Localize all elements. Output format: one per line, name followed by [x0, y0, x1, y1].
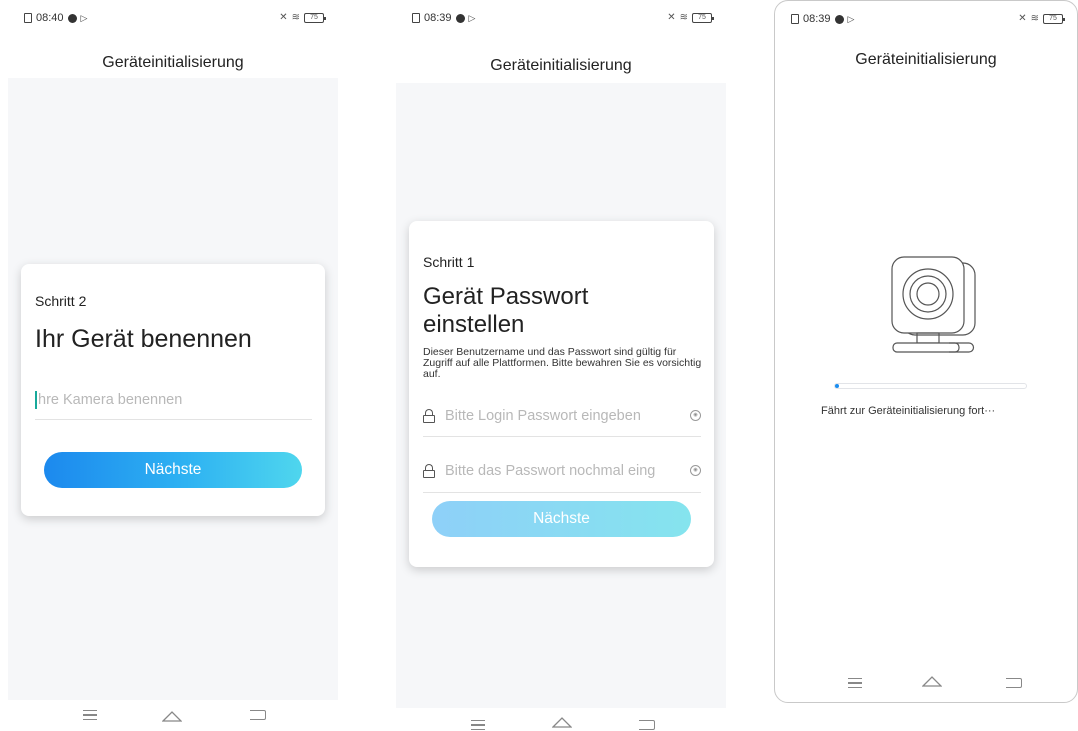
location-icon: [67, 13, 77, 23]
set-password-card: Schritt 1 Gerät Passwort einstellen Dies…: [409, 221, 714, 567]
camera-name-placeholder: hre Kamera benennen: [38, 391, 183, 408]
battery-icon: 75: [304, 12, 326, 23]
content-area: Schritt 1 Gerät Passwort einstellen Dies…: [396, 83, 726, 708]
page-title: Geräteinitialisierung: [102, 54, 244, 71]
battery-level: 75: [1049, 14, 1057, 22]
battery-icon: 75: [692, 12, 714, 23]
location-icon: [455, 13, 465, 23]
card-heading: Ihr Gerät benennen: [35, 325, 252, 353]
mute-icon: ✕: [279, 12, 288, 23]
phone-screen-name-device: 08:40 ▷ ✕ ≋ 75 Geräteinitialisierung Sch…: [8, 0, 338, 731]
step-label: Schritt 1: [423, 254, 475, 270]
wifi-icon: ≋: [679, 12, 688, 23]
password-description: Dieser Benutzername und das Passwort sin…: [423, 346, 702, 380]
home-icon[interactable]: [922, 675, 942, 687]
login-password-placeholder: Bitte Login Passwort eingeben: [445, 407, 641, 424]
progress-fill: [835, 384, 839, 388]
wifi-icon: ≋: [1030, 13, 1039, 24]
status-time: 08:39: [803, 13, 831, 25]
back-icon[interactable]: [1006, 678, 1022, 688]
next-button[interactable]: Nächste: [44, 452, 302, 488]
navigation-bar: [396, 714, 726, 731]
camera-name-input[interactable]: hre Kamera benennen: [35, 380, 312, 420]
sim-icon: [24, 13, 32, 23]
menu-icon[interactable]: [83, 710, 97, 720]
step-label: Schritt 2: [35, 293, 87, 309]
card-heading: Gerät Passwort einstellen: [423, 283, 589, 338]
eye-icon[interactable]: ◉: [690, 465, 701, 476]
mute-icon: ✕: [1018, 13, 1027, 24]
menu-icon[interactable]: [471, 720, 485, 730]
wifi-icon: ≋: [291, 12, 300, 23]
home-icon[interactable]: [162, 710, 182, 722]
play-icon: ▷: [80, 12, 88, 23]
progress-status-text: Fährt zur Geräteinitialisierung fort···: [821, 405, 996, 417]
location-icon: [834, 14, 844, 24]
home-icon[interactable]: [552, 716, 572, 728]
status-bar: 08:39 ▷ ✕ ≋ 75: [396, 12, 726, 26]
phone-screen-set-password: 08:39 ▷ ✕ ≋ 75 Geräteinitialisierung Sch…: [396, 0, 726, 731]
lock-icon: [423, 408, 435, 423]
back-icon[interactable]: [250, 710, 266, 720]
battery-level: 75: [310, 13, 318, 21]
status-time: 08:39: [424, 12, 452, 24]
camera-icon: [891, 256, 976, 353]
next-button[interactable]: Nächste: [432, 501, 691, 537]
text-cursor: [35, 390, 37, 409]
mute-icon: ✕: [667, 12, 676, 23]
back-icon[interactable]: [639, 720, 655, 730]
confirm-password-placeholder: Bitte das Passwort nochmal eing: [445, 462, 656, 479]
sim-icon: [412, 13, 420, 23]
navigation-bar: [8, 708, 338, 728]
eye-icon[interactable]: ◉: [690, 410, 701, 421]
name-device-card: Schritt 2 Ihr Gerät benennen hre Kamera …: [21, 264, 325, 516]
play-icon: ▷: [468, 12, 476, 23]
menu-icon[interactable]: [848, 678, 862, 688]
confirm-password-input[interactable]: Bitte das Passwort nochmal eing ◉: [423, 449, 701, 493]
login-password-input[interactable]: Bitte Login Passwort eingeben ◉: [423, 395, 701, 437]
sim-icon: [791, 14, 799, 24]
page-title: Geräteinitialisierung: [490, 57, 632, 74]
battery-icon: 75: [1043, 13, 1065, 24]
status-bar: 08:40 ▷ ✕ ≋ 75: [8, 12, 338, 26]
battery-level: 75: [698, 13, 706, 21]
status-bar: 08:39 ▷ ✕ ≋ 75: [775, 13, 1077, 27]
navigation-bar: [775, 671, 1077, 691]
page-title: Geräteinitialisierung: [855, 51, 997, 68]
phone-screen-initializing: 08:39 ▷ ✕ ≋ 75 Geräteinitialisierung Fäh…: [774, 0, 1078, 703]
lock-icon: [423, 463, 435, 478]
status-time: 08:40: [36, 12, 64, 24]
play-icon: ▷: [847, 13, 855, 24]
content-area: Schritt 2 Ihr Gerät benennen hre Kamera …: [8, 78, 338, 700]
initialization-progress-bar: [834, 383, 1027, 389]
